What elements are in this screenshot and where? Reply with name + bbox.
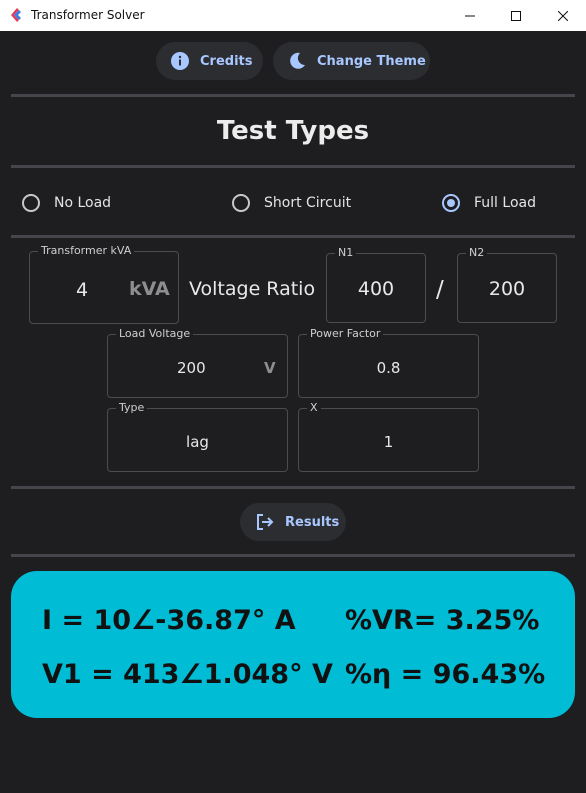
minimize-button[interactable] [447,0,493,31]
radio-circle [22,194,40,212]
load-voltage-value: 200 [177,359,206,377]
app-logo-icon [11,8,21,22]
ratio-separator: / [436,277,444,303]
power-factor-value: 0.8 [376,359,401,377]
n2-value: 200 [488,278,526,300]
maximize-button[interactable] [493,0,539,31]
credits-button[interactable]: Credits [156,42,263,80]
divider [11,486,575,489]
field-label: Transformer kVA [38,244,135,258]
change-theme-label: Change Theme [317,53,426,69]
results-panel: I = 10∠-36.87° A %VR= 3.25% V1 = 413∠1.0… [11,571,575,718]
n1-field[interactable]: N1 400 [326,246,426,323]
current-result: I = 10∠-36.87° A [42,605,296,636]
load-voltage-field[interactable]: Load Voltage 200 V [107,327,288,398]
divider [11,165,575,168]
voltage-ratio-label: Voltage Ratio [189,278,316,300]
radio-label: Full Load [474,195,536,211]
radio-full-load[interactable]: Full Load [442,193,536,213]
kva-value: 4 [76,279,89,301]
close-icon [558,10,568,21]
moon-icon [290,52,305,69]
minimize-icon [465,15,475,16]
radio-label: Short Circuit [264,195,352,211]
info-icon [171,52,189,70]
close-button[interactable] [540,0,586,31]
radio-label: No Load [54,195,112,211]
results-button[interactable]: Results [240,503,346,541]
maximize-icon [511,10,521,21]
n1-value: 400 [357,278,395,300]
radio-circle-selected [442,194,460,212]
load-voltage-unit: V [264,359,276,377]
field-label: X [307,401,321,415]
kva-unit: kVA [129,278,170,300]
radio-short-circuit[interactable]: Short Circuit [232,193,351,213]
type-field[interactable]: Type lag [107,401,288,472]
field-label: Power Factor [307,327,384,341]
divider [11,94,575,97]
field-label: N1 [335,246,357,260]
efficiency-result: %η = 96.43% [345,659,546,690]
x-value: 1 [383,433,394,451]
voltage-regulation-result: %VR= 3.25% [345,605,540,636]
transformer-kva-field[interactable]: Transformer kVA 4 kVA [29,244,179,324]
field-label: Load Voltage [116,327,194,341]
divider [11,554,575,557]
type-value: lag [186,433,209,451]
credits-label: Credits [200,53,253,69]
x-field[interactable]: X 1 [298,401,479,472]
radio-no-load[interactable]: No Load [22,193,111,213]
logout-icon [257,514,274,530]
field-label: Type [116,401,148,415]
page-title: Test Types [216,116,370,146]
n2-field[interactable]: N2 200 [457,246,557,323]
results-label: Results [285,514,340,530]
radio-circle [232,194,250,212]
divider [11,235,575,238]
change-theme-button[interactable]: Change Theme [273,42,430,80]
title-bar: Transformer Solver [0,0,586,31]
field-label: N2 [466,246,488,260]
window-title: Transformer Solver [31,8,145,22]
v1-result: V1 = 413∠1.048° V [42,659,333,690]
power-factor-field[interactable]: Power Factor 0.8 [298,327,479,398]
